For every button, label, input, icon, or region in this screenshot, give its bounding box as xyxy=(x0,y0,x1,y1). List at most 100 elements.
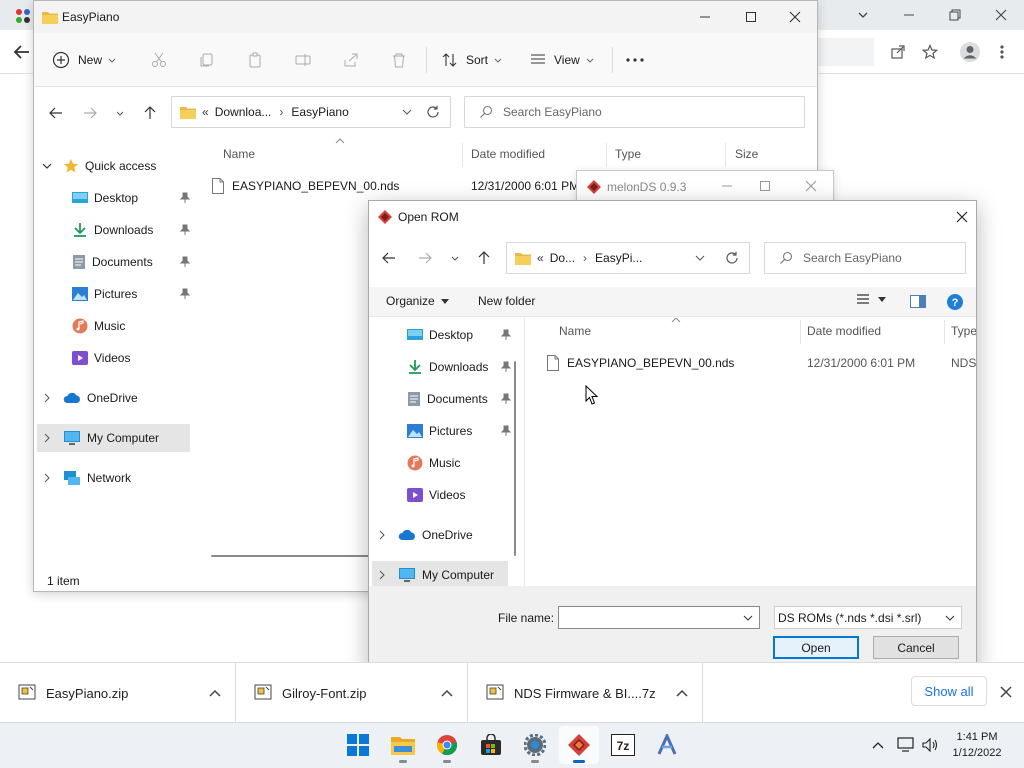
column-header-size[interactable]: Size xyxy=(735,147,758,161)
explorer-address-bar[interactable]: « Downloa... › EasyPiano xyxy=(171,96,451,128)
pin-icon[interactable] xyxy=(180,224,190,236)
nav-item-videos[interactable]: Videos xyxy=(72,344,190,372)
profile-avatar-icon[interactable] xyxy=(956,38,984,66)
refresh-icon[interactable] xyxy=(725,251,739,265)
chevron-right-icon[interactable] xyxy=(375,570,389,580)
navigation-pane-scrollbar[interactable] xyxy=(513,361,517,556)
download-item[interactable]: EasyPiano.zip xyxy=(0,663,236,723)
chevron-down-icon[interactable] xyxy=(40,163,54,169)
nav-item-desktop[interactable]: Desktop xyxy=(72,184,190,212)
more-options-icon[interactable] xyxy=(622,42,648,78)
nav-item-pictures[interactable]: Pictures xyxy=(72,280,190,308)
share-icon[interactable] xyxy=(884,38,912,66)
nav-item-downloads[interactable]: Downloads xyxy=(72,216,190,244)
pin-icon[interactable] xyxy=(501,425,511,437)
change-view-button[interactable] xyxy=(856,293,886,305)
taskbar-settings[interactable] xyxy=(515,726,555,764)
file-name-combobox[interactable] xyxy=(558,606,760,629)
taskbar-store[interactable] xyxy=(471,726,511,764)
address-overflow[interactable]: « xyxy=(202,105,209,119)
nav-my-computer[interactable]: My Computer xyxy=(37,424,190,452)
column-divider[interactable] xyxy=(944,320,945,344)
rename-icon[interactable] xyxy=(292,42,314,78)
melonds-window[interactable]: melonDS 0.9.3 xyxy=(576,170,834,202)
start-button[interactable] xyxy=(338,726,378,764)
column-header-name[interactable]: Name xyxy=(223,147,255,161)
view-button[interactable]: View xyxy=(530,42,600,78)
refresh-icon[interactable] xyxy=(426,105,440,119)
address-overflow[interactable]: « xyxy=(537,251,544,265)
chrome-omnibox[interactable] xyxy=(818,38,874,66)
nav-my-computer[interactable]: My Computer xyxy=(372,561,508,586)
chrome-close-button[interactable] xyxy=(978,0,1024,30)
chrome-restore-button[interactable] xyxy=(932,0,978,30)
close-download-bar-icon[interactable] xyxy=(994,680,1018,704)
pin-icon[interactable] xyxy=(501,393,511,405)
file-row[interactable]: EASYPIANO_BEPEVN_00.nds xyxy=(547,352,797,374)
explorer-minimize-button[interactable] xyxy=(682,1,728,33)
bookmark-star-icon[interactable] xyxy=(916,38,944,66)
nav-network[interactable]: Network xyxy=(40,464,190,492)
cut-icon[interactable] xyxy=(148,42,170,78)
chevron-down-icon[interactable] xyxy=(743,615,753,621)
column-divider[interactable] xyxy=(462,143,463,167)
pin-icon[interactable] xyxy=(180,288,190,300)
chrome-minimize-button[interactable] xyxy=(886,0,932,30)
paste-icon[interactable] xyxy=(244,42,266,78)
taskbar-melonds[interactable] xyxy=(559,726,599,764)
chevron-down-icon[interactable] xyxy=(945,615,955,621)
cancel-button[interactable]: Cancel xyxy=(873,636,959,659)
recent-locations-chevron-icon[interactable] xyxy=(110,101,130,125)
column-header-date[interactable]: Date modified xyxy=(471,147,545,161)
new-button[interactable]: New xyxy=(52,42,122,78)
explorer-close-button[interactable] xyxy=(772,1,818,33)
help-icon[interactable]: ? xyxy=(945,292,965,312)
column-divider[interactable] xyxy=(606,143,607,167)
share-icon[interactable] xyxy=(340,42,362,78)
recent-locations-chevron-icon[interactable] xyxy=(445,246,465,270)
pin-icon[interactable] xyxy=(180,192,190,204)
pin-icon[interactable] xyxy=(180,256,190,268)
chevron-up-icon[interactable] xyxy=(203,681,227,705)
nav-item-documents[interactable]: Documents xyxy=(407,385,511,413)
up-arrow-icon[interactable] xyxy=(138,101,162,125)
melonds-maximize-button[interactable] xyxy=(745,171,785,201)
back-arrow-icon[interactable] xyxy=(8,38,36,66)
download-item[interactable]: NDS Firmware & BI....7z xyxy=(468,663,703,723)
address-segment-downloads[interactable]: Do... xyxy=(550,251,575,265)
column-header-name[interactable]: Name xyxy=(559,324,591,338)
pin-icon[interactable] xyxy=(501,361,511,373)
nav-item-videos[interactable]: Videos xyxy=(407,481,507,509)
file-type-filter-select[interactable]: DS ROMs (*.nds *.dsi *.srl) xyxy=(774,606,962,629)
tab-search-icon[interactable] xyxy=(840,0,886,30)
open-button[interactable]: Open xyxy=(773,636,859,659)
organize-button[interactable]: Organize xyxy=(386,294,449,308)
forward-arrow-icon[interactable] xyxy=(413,246,437,270)
nav-item-pictures[interactable]: Pictures xyxy=(407,417,511,445)
horizontal-scrollbar[interactable] xyxy=(194,553,374,561)
column-header-type[interactable]: Type xyxy=(951,324,976,338)
nav-item-music[interactable]: Music xyxy=(407,449,507,477)
address-segment-easypiano[interactable]: EasyPi... xyxy=(595,251,642,265)
nav-onedrive[interactable]: OneDrive xyxy=(375,521,515,549)
nav-item-downloads[interactable]: Downloads xyxy=(407,353,511,381)
taskbar-file-explorer[interactable] xyxy=(383,726,423,764)
tray-overflow-chevron-icon[interactable] xyxy=(868,736,888,754)
network-monitor-icon[interactable] xyxy=(895,734,917,756)
taskbar-font-app[interactable] xyxy=(647,726,687,764)
address-segment-easypiano[interactable]: EasyPiano xyxy=(291,105,348,119)
copy-icon[interactable] xyxy=(196,42,218,78)
dialog-search-box[interactable]: Search EasyPiano xyxy=(764,242,966,274)
explorer-search-box[interactable]: Search EasyPiano xyxy=(464,96,805,128)
pin-icon[interactable] xyxy=(501,329,511,341)
nav-onedrive[interactable]: OneDrive xyxy=(40,384,190,412)
nav-item-desktop[interactable]: Desktop xyxy=(407,321,511,349)
column-divider[interactable] xyxy=(800,320,801,344)
chrome-menu-icon[interactable] xyxy=(990,38,1014,66)
dialog-address-bar[interactable]: « Do... › EasyPi... xyxy=(506,242,750,274)
new-folder-button[interactable]: New folder xyxy=(478,294,535,308)
chevron-up-icon[interactable] xyxy=(670,681,694,705)
address-history-chevron-icon[interactable] xyxy=(695,255,705,261)
nav-item-documents[interactable]: Documents xyxy=(72,248,190,276)
volume-icon[interactable] xyxy=(919,734,941,756)
